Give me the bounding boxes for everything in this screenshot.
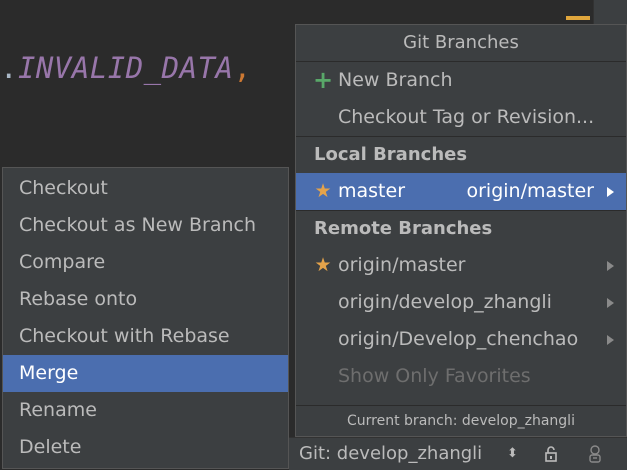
hector-inspector-icon[interactable]: [585, 444, 605, 464]
editor-top-strip: [0, 0, 627, 22]
branch-label: origin/develop_zhangli: [338, 291, 552, 313]
menu-item-checkout[interactable]: Checkout: [3, 170, 288, 207]
editor-marker: [566, 16, 590, 20]
local-branch-master[interactable]: ★ master origin/master: [296, 173, 626, 210]
submenu-arrow-icon: [607, 335, 614, 345]
plus-icon: +: [312, 66, 334, 94]
remote-branch-develop-chenchao[interactable]: origin/Develop_chenchao: [296, 321, 626, 358]
status-bar: Git: develop_zhangli ⬍: [289, 437, 627, 470]
branch-label: origin/Develop_chenchao: [338, 328, 579, 350]
git-branch-widget[interactable]: Git: develop_zhangli: [299, 438, 482, 470]
code-dot: .: [0, 51, 18, 85]
branch-label: origin/master: [338, 254, 466, 276]
git-branches-popup: Git Branches + New Branch Checkout Tag o…: [295, 24, 627, 437]
menu-item-rename[interactable]: Rename: [3, 392, 288, 429]
new-branch-action[interactable]: + New Branch: [296, 62, 626, 99]
menu-item-delete[interactable]: Delete: [3, 429, 288, 466]
code-constant: INVALID_DATA: [17, 51, 234, 85]
checkout-tag-action[interactable]: Checkout Tag or Revision...: [296, 99, 626, 136]
branch-context-menu: Checkout Checkout as New Branch Compare …: [2, 167, 289, 469]
local-branches-header: Local Branches: [296, 136, 626, 173]
remote-branch-develop-zhangli[interactable]: origin/develop_zhangli: [296, 284, 626, 321]
show-only-favorites-toggle[interactable]: Show Only Favorites: [296, 358, 626, 395]
popup-title: Git Branches: [296, 25, 626, 62]
editor-scrollbar[interactable]: [593, 0, 627, 24]
checkout-tag-label: Checkout Tag or Revision...: [338, 106, 595, 128]
menu-item-checkout-with-rebase[interactable]: Checkout with Rebase: [3, 318, 288, 355]
menu-item-checkout-new-branch[interactable]: Checkout as New Branch: [3, 207, 288, 244]
menu-item-rebase-onto[interactable]: Rebase onto: [3, 281, 288, 318]
code-line: .INVALID_DATA,: [0, 48, 251, 88]
star-icon: ★: [314, 254, 332, 276]
lock-icon[interactable]: [544, 446, 558, 462]
submenu-arrow-icon: [607, 261, 614, 271]
branch-label: master: [338, 180, 406, 202]
show-only-favorites-label: Show Only Favorites: [338, 365, 531, 387]
remote-branch-origin-master[interactable]: ★ origin/master: [296, 247, 626, 284]
updown-arrows-icon: ⬍: [507, 446, 518, 461]
code-comma: ,: [233, 51, 252, 85]
new-branch-label: New Branch: [338, 69, 453, 91]
menu-item-merge[interactable]: Merge: [3, 355, 288, 392]
remote-branches-header: Remote Branches: [296, 210, 626, 247]
submenu-arrow-icon: [607, 298, 614, 308]
tracking-branch-label: origin/master: [466, 180, 595, 202]
current-branch-footer: Current branch: develop_zhangli: [296, 405, 626, 436]
menu-item-compare[interactable]: Compare: [3, 244, 288, 281]
submenu-arrow-icon: [607, 187, 614, 197]
star-icon: ★: [314, 180, 332, 202]
